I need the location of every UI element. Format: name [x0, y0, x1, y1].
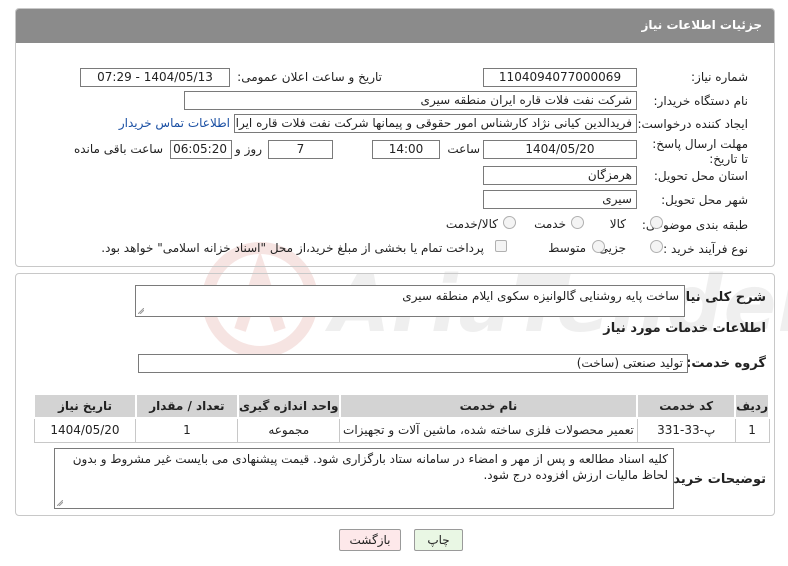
service-group-label: گروه خدمت:: [686, 356, 766, 371]
service-group-field: تولید صنعتی (ساخت): [138, 354, 688, 373]
services-section-title: اطلاعات خدمات مورد نیاز: [603, 321, 766, 336]
col-unit-header: واحد اندازه گیری: [236, 393, 341, 419]
general-desc-text: ساخت پایه روشنایی گالوانیزه سکوی ایلام م…: [402, 289, 679, 303]
col-row-header: ردیف: [734, 393, 770, 419]
days-label: روز و: [235, 142, 262, 156]
treasury-checkbox[interactable]: [495, 240, 507, 252]
page-title: جزئیات اطلاعات نیاز: [641, 18, 762, 32]
process-option-medium: متوسط: [548, 241, 586, 255]
buyer-org-label: نام دستگاه خریدار:: [653, 94, 749, 108]
category-radio-service[interactable]: [571, 216, 584, 229]
creator-field: فریدالدین کیانی نژاد کارشناس امور حقوقی …: [234, 114, 637, 133]
deadline-date-field: 1404/05/20: [483, 140, 637, 159]
need-number-label: شماره نیاز:: [691, 70, 748, 84]
category-option-both: کالا/خدمت: [445, 217, 498, 231]
buyer-notes-field: کلیه اسناد مطالعه و پس از مهر و امضاء در…: [54, 448, 674, 509]
cell-code: پ-33-331: [636, 417, 736, 443]
deadline-time-field: 14:00: [372, 140, 440, 159]
announce-field: 1404/05/13 - 07:29: [80, 68, 230, 87]
general-desc-field: ساخت پایه روشنایی گالوانیزه سکوی ایلام م…: [135, 285, 685, 317]
buyer-contact-link[interactable]: اطلاعات تماس خریدار: [119, 116, 230, 130]
col-code-header: کد خدمت: [636, 393, 737, 419]
cell-date: 1404/05/20: [33, 417, 137, 443]
remaining-time-field: 06:05:20: [170, 140, 232, 159]
col-name-header: نام خدمت: [338, 393, 639, 419]
city-field: سیری: [483, 190, 637, 209]
cell-qty: 1: [135, 417, 239, 443]
col-date-header: تاریخ نیاز: [33, 393, 137, 419]
buyer-org-field: شرکت نفت فلات قاره ایران منطقه سیری: [184, 91, 637, 110]
table-row: 1 پ-33-331 تعمیر محصولات فلزی ساخته شده،…: [33, 417, 770, 443]
table-header-row: ردیف کد خدمت نام خدمت واحد اندازه گیری ت…: [33, 393, 770, 419]
announce-label: تاریخ و ساعت اعلان عمومی:: [237, 70, 382, 84]
province-label: استان محل تحویل:: [653, 169, 748, 183]
category-option-goods: کالا: [609, 217, 626, 231]
process-label: نوع فرآیند خرید :: [663, 242, 748, 256]
creator-label: ایجاد کننده درخواست:: [637, 117, 748, 131]
process-radio-minor[interactable]: [650, 240, 663, 253]
city-label: شهر محل تحویل:: [661, 193, 748, 207]
payment-note: پرداخت تمام یا بخشی از مبلغ خرید،از محل …: [101, 241, 484, 255]
cell-row: 1: [734, 417, 770, 443]
print-button[interactable]: چاپ: [414, 529, 463, 551]
deadline-time-label: ساعت: [447, 142, 480, 156]
cell-unit: مجموعه: [237, 417, 341, 443]
category-option-service: خدمت: [534, 217, 566, 231]
col-qty-header: تعداد / مقدار: [134, 393, 239, 419]
resize-grip-icon[interactable]: [138, 308, 144, 314]
province-field: هرمزگان: [483, 166, 637, 185]
process-radio-medium[interactable]: [592, 240, 605, 253]
services-table: ردیف کد خدمت نام خدمت واحد اندازه گیری ت…: [33, 393, 770, 443]
need-number-field: 1104094077000069: [483, 68, 637, 87]
category-radio-goods[interactable]: [650, 216, 663, 229]
deadline-label: مهلت ارسال پاسخ: تا تاریخ:: [652, 137, 748, 166]
panel-header: جزئیات اطلاعات نیاز: [16, 9, 774, 43]
cell-name: تعمیر محصولات فلزی ساخته شده، ماشین آلات…: [339, 417, 638, 443]
remaining-label: ساعت باقی مانده: [73, 142, 163, 156]
buyer-notes-text: کلیه اسناد مطالعه و پس از مهر و امضاء در…: [72, 452, 668, 482]
category-radio-both[interactable]: [503, 216, 516, 229]
back-button[interactable]: بازگشت: [339, 529, 401, 551]
days-field: 7: [268, 140, 333, 159]
resize-grip-icon[interactable]: [57, 500, 63, 506]
general-desc-label: شرح کلی نیاز:: [672, 290, 766, 305]
